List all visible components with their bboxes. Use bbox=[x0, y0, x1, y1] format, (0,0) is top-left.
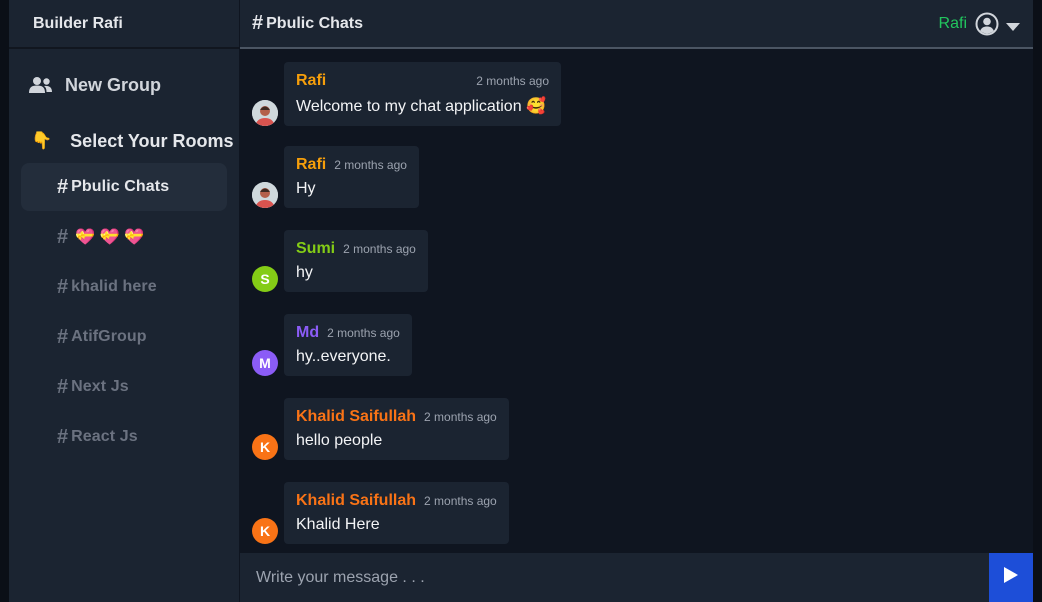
avatar: K bbox=[252, 434, 278, 460]
hash-icon: # bbox=[57, 175, 69, 198]
user-circle-icon[interactable] bbox=[975, 12, 999, 36]
message-bubble: Khalid Saifullah 2 months ago Khalid Her… bbox=[284, 482, 509, 544]
room-item-khalid-here[interactable]: # khalid here bbox=[21, 263, 227, 311]
message-author: Khalid Saifullah bbox=[296, 408, 417, 425]
room-item-hearts[interactable]: # 💝 💝 💝 bbox=[21, 213, 227, 261]
message-item: Rafi 2 months ago Welcome to my chat app… bbox=[252, 62, 561, 126]
message-header: Md 2 months ago bbox=[296, 324, 400, 342]
message-text: hy bbox=[296, 264, 313, 281]
chat-header: # Pbulic Chats Rafi bbox=[240, 0, 1033, 49]
avatar bbox=[252, 182, 278, 208]
message-bubble: Rafi 2 months ago Hy bbox=[284, 146, 419, 208]
message-text: Welcome to my chat application 🥰 bbox=[296, 98, 546, 115]
users-icon bbox=[29, 76, 53, 94]
message-item: M Md 2 months ago hy..everyone. bbox=[252, 314, 412, 376]
chevron-down-icon[interactable] bbox=[1005, 19, 1021, 31]
room-name: AtifGroup bbox=[71, 328, 147, 345]
room-item-next-js[interactable]: # Next Js bbox=[21, 363, 227, 411]
room-name: React Js bbox=[71, 428, 138, 445]
message-author: Khalid Saifullah bbox=[296, 492, 417, 509]
message-list[interactable]: Rafi 2 months ago Welcome to my chat app… bbox=[240, 49, 1033, 553]
hash-icon: # bbox=[57, 325, 69, 348]
message-bubble: Sumi 2 months ago hy bbox=[284, 230, 428, 292]
hash-icon: # bbox=[57, 275, 69, 298]
message-author: Rafi bbox=[296, 72, 327, 89]
user-name: Rafi bbox=[938, 14, 967, 32]
message-bubble: Rafi 2 months ago Welcome to my chat app… bbox=[284, 62, 561, 126]
send-button[interactable] bbox=[989, 553, 1033, 602]
room-name: Next Js bbox=[71, 378, 129, 395]
message-item: K Khalid Saifullah 2 months ago hello pe… bbox=[252, 398, 509, 460]
message-time: 2 months ago bbox=[476, 74, 549, 88]
new-group-button[interactable]: New Group bbox=[9, 73, 239, 97]
message-time: 2 months ago bbox=[327, 326, 400, 340]
message-text: Hy bbox=[296, 180, 316, 197]
hash-icon: # bbox=[57, 425, 69, 448]
message-author: Md bbox=[296, 324, 320, 341]
chat-main: # Pbulic Chats Rafi Rafi 2 months ago We… bbox=[239, 0, 1033, 602]
message-header: Khalid Saifullah 2 months ago bbox=[296, 408, 497, 426]
rooms-heading-label: Select Your Rooms bbox=[70, 130, 234, 151]
message-text: Khalid Here bbox=[296, 516, 380, 533]
brand-title: Builder Rafi bbox=[9, 0, 239, 49]
room-item-react-js[interactable]: # React Js bbox=[21, 413, 227, 461]
play-send-icon bbox=[1003, 566, 1019, 589]
avatar: K bbox=[252, 518, 278, 544]
sidebar: Builder Rafi New Group 👇 Select Your Roo… bbox=[9, 0, 239, 602]
pointing-down-icon: 👇 bbox=[31, 131, 53, 150]
message-text: hello people bbox=[296, 432, 383, 449]
avatar bbox=[252, 100, 278, 126]
message-item: K Khalid Saifullah 2 months ago Khalid H… bbox=[252, 482, 509, 544]
room-title: # Pbulic Chats bbox=[252, 12, 363, 35]
message-time: 2 months ago bbox=[343, 242, 416, 256]
message-time: 2 months ago bbox=[334, 158, 407, 172]
message-time: 2 months ago bbox=[424, 494, 497, 508]
room-title-label: Pbulic Chats bbox=[266, 14, 364, 32]
message-text: hy..everyone. bbox=[296, 348, 391, 365]
message-item: S Sumi 2 months ago hy bbox=[252, 230, 428, 292]
room-name: 💝 💝 💝 bbox=[75, 229, 145, 246]
message-bubble: Md 2 months ago hy..everyone. bbox=[284, 314, 412, 376]
message-bubble: Khalid Saifullah 2 months ago hello peop… bbox=[284, 398, 509, 460]
message-header: Khalid Saifullah 2 months ago bbox=[296, 492, 497, 510]
hash-icon: # bbox=[57, 225, 69, 248]
message-input[interactable] bbox=[240, 553, 989, 602]
room-item-pbulic-chats[interactable]: # Pbulic Chats bbox=[21, 163, 227, 211]
avatar: M bbox=[252, 350, 278, 376]
hash-icon: # bbox=[252, 12, 264, 34]
message-author: Sumi bbox=[296, 240, 336, 257]
new-group-label: New Group bbox=[65, 74, 162, 95]
user-menu[interactable]: Rafi bbox=[939, 12, 1021, 36]
room-list: # Pbulic Chats # 💝 💝 💝 # khalid here # A… bbox=[9, 163, 239, 463]
chat-app: Builder Rafi New Group 👇 Select Your Roo… bbox=[9, 0, 1033, 602]
message-item: Rafi 2 months ago Hy bbox=[252, 146, 419, 208]
room-name: khalid here bbox=[71, 278, 157, 295]
message-composer bbox=[240, 553, 1033, 602]
message-header: Sumi 2 months ago bbox=[296, 240, 416, 258]
message-header: Rafi 2 months ago bbox=[296, 156, 407, 174]
room-item-atifgroup[interactable]: # AtifGroup bbox=[21, 313, 227, 361]
message-time: 2 months ago bbox=[424, 410, 497, 424]
message-header: Rafi 2 months ago bbox=[296, 72, 549, 90]
hash-icon: # bbox=[57, 375, 69, 398]
avatar: S bbox=[252, 266, 278, 292]
rooms-heading: 👇 Select Your Rooms bbox=[9, 129, 239, 153]
message-author: Rafi bbox=[296, 156, 327, 173]
room-name: Pbulic Chats bbox=[71, 178, 170, 195]
